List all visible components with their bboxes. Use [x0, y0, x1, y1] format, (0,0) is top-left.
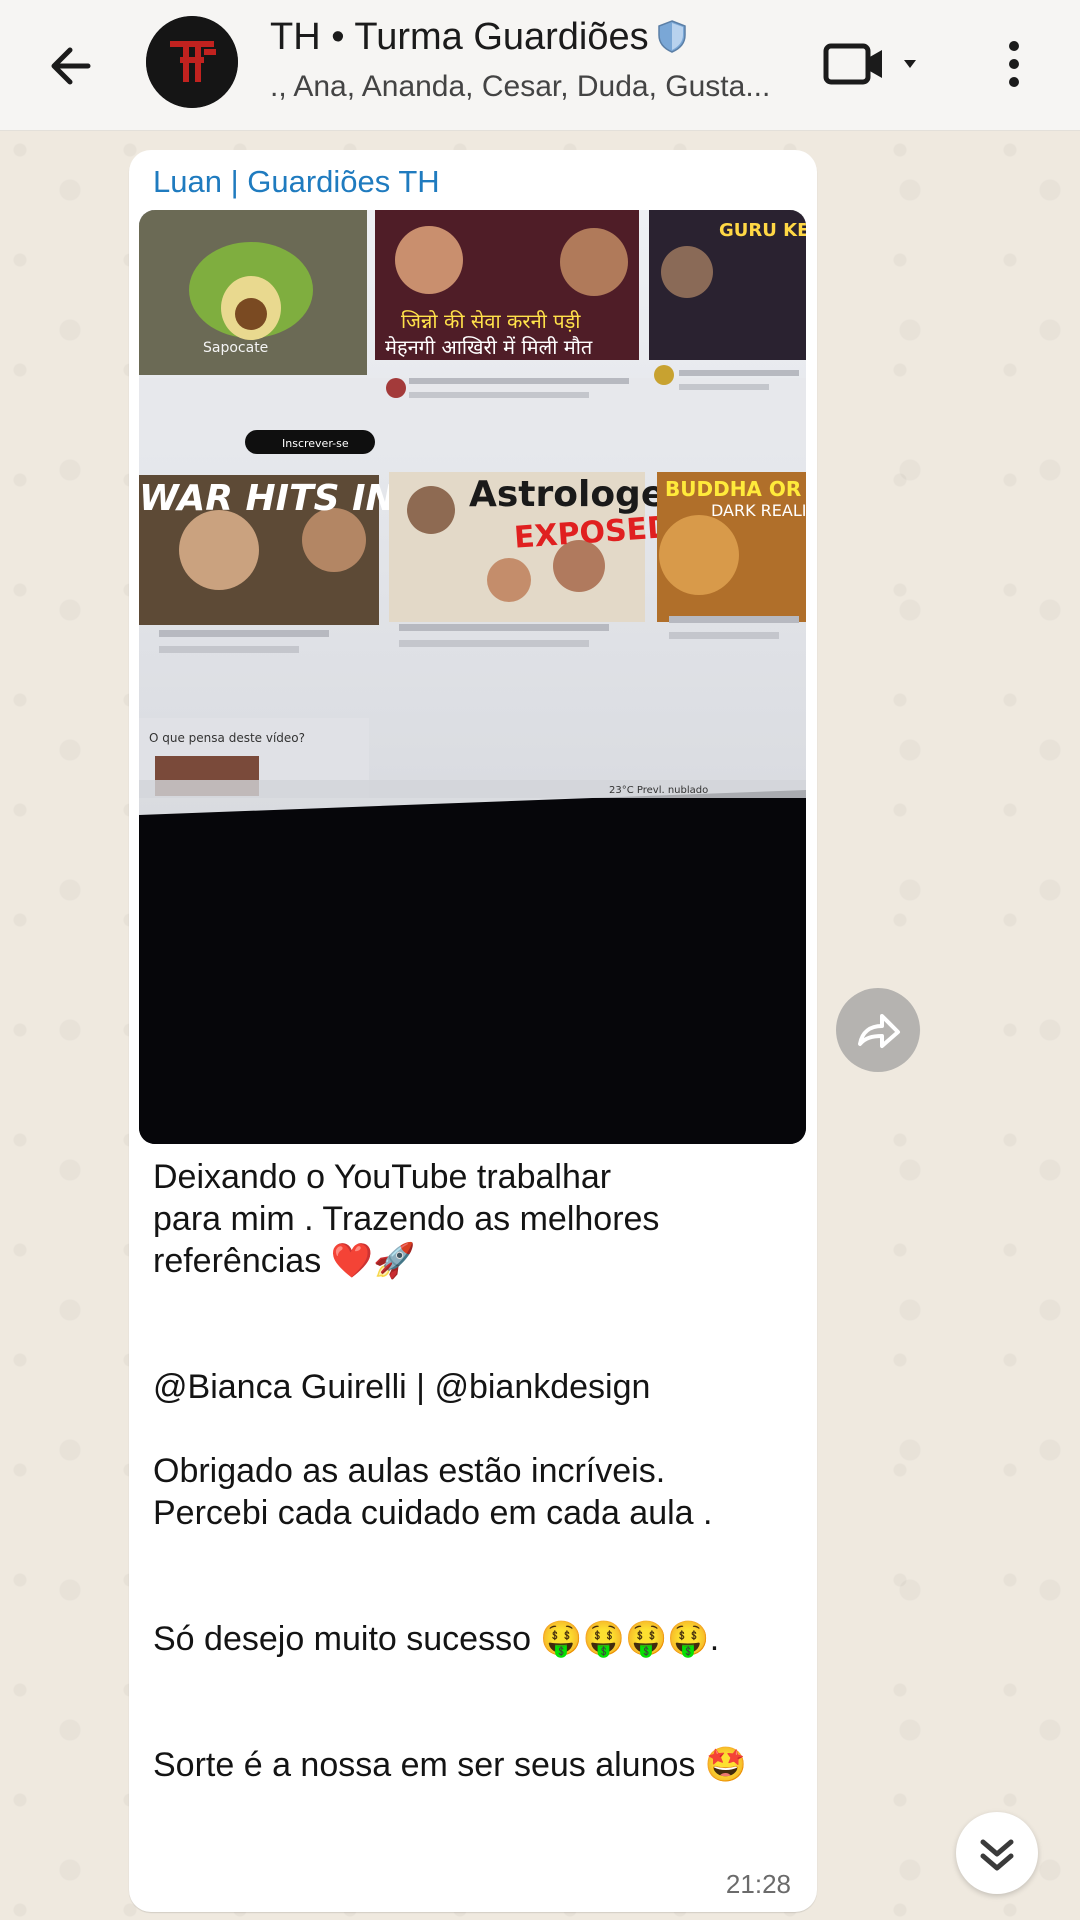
message-photo[interactable]: Sapocate जिन्नो की सेवा करनी पड़ी मेहनगी…: [139, 210, 806, 1144]
thumb-2-title: जिन्नो की सेवा करनी पड़ी: [401, 309, 581, 333]
thumb-1-caption: Sapocate: [203, 340, 268, 356]
subscribe-button-photo: Inscrever-se: [282, 437, 349, 450]
double-chevron-down-icon: [980, 1839, 1014, 1871]
thumb-6-sub: DARK REALI: [711, 501, 806, 520]
thumb-2-subtitle: मेहनगी आखिरी में मिली मौत: [385, 335, 593, 359]
more-vert-icon: [1009, 41, 1019, 87]
group-avatar[interactable]: [146, 16, 238, 108]
more-options-button[interactable]: [996, 36, 1032, 92]
chat-participants[interactable]: ., Ana, Ananda, Cesar, Duda, Gusta...: [270, 70, 790, 104]
message-bubble[interactable]: Luan | Guardiões TH Sapocate जिन्नो की स…: [129, 150, 817, 1912]
group-logo: [146, 16, 238, 108]
video-call-icon: [823, 43, 916, 85]
message-time: 21:28: [725, 1869, 791, 1899]
chat-title-text: TH • Turma Guardiões: [270, 16, 649, 58]
arrow-back-icon: [51, 47, 91, 85]
photo-taskbar-weather: 23°C Prevl. nublado: [609, 785, 708, 796]
thumb-6-title: BUDDHA OR K: [665, 477, 806, 501]
thumb-3-title: GURU KE DHOK: [719, 220, 806, 241]
scroll-to-bottom-button[interactable]: [956, 1812, 1038, 1894]
message-sender[interactable]: Luan | Guardiões TH: [153, 164, 440, 200]
photo-feedback-prompt: O que pensa deste vídeo?: [149, 731, 305, 745]
video-call-button[interactable]: [822, 36, 932, 92]
thumb-5-title: Astrologer: [469, 474, 683, 515]
photo-youtube-screen: Sapocate जिन्नो की सेवा करनी पड़ी मेहनगी…: [139, 210, 806, 1144]
chat-header: TH • Turma Guardiões ., Ana, Ananda, Ces…: [0, 0, 1080, 131]
message-text: Deixando o YouTube trabalhar para mim . …: [153, 1158, 748, 1784]
forward-icon: [858, 1014, 900, 1048]
back-button[interactable]: [42, 38, 102, 94]
forward-button[interactable]: [836, 988, 920, 1072]
chat-title[interactable]: TH • Turma Guardiões: [270, 16, 687, 63]
shield-icon: [657, 19, 687, 63]
